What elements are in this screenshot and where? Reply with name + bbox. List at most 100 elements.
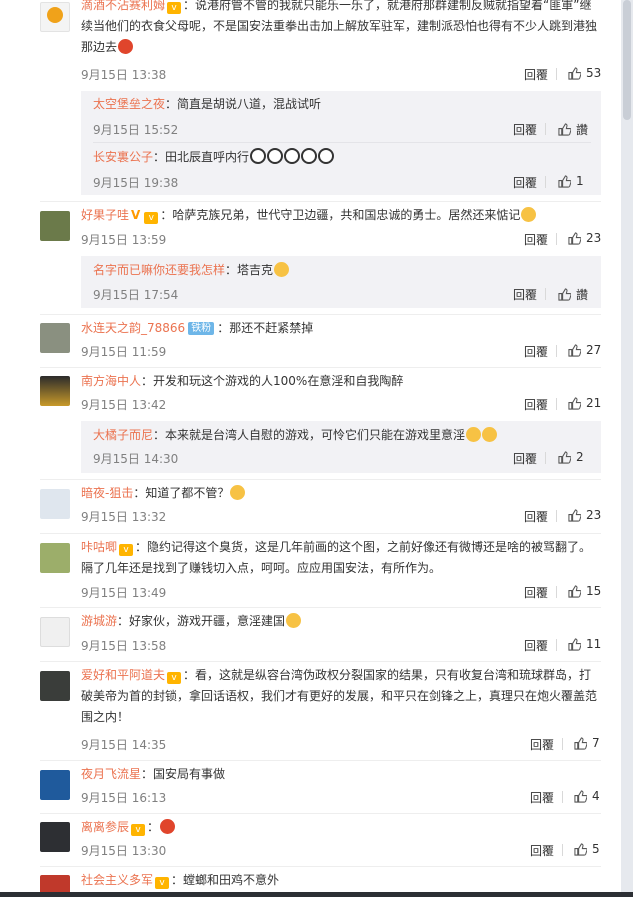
like-count: 5	[592, 842, 600, 856]
timestamp: 9月15日 13:49	[81, 586, 167, 600]
username[interactable]: 水连天之韵_78866	[81, 321, 185, 335]
avatar[interactable]	[40, 489, 70, 519]
like-count: 11	[586, 637, 602, 651]
reply-button[interactable]: 回覆	[524, 508, 548, 525]
thumbs-up-icon	[574, 736, 587, 750]
avatar[interactable]	[40, 211, 70, 241]
thumbs-up-icon	[568, 231, 581, 245]
reply-text: ：塔吉克	[225, 263, 274, 277]
username[interactable]: 太空堡垒之夜	[93, 97, 165, 111]
vip-badge-icon: v	[119, 544, 134, 556]
username[interactable]: 爱好和平阿道夫	[81, 668, 165, 682]
timestamp: 9月15日 15:52	[93, 123, 179, 137]
vip-badge-icon: v	[155, 877, 170, 889]
comment-line: 暗夜-狙击：知道了都不管？	[81, 483, 601, 504]
reply-button[interactable]: 回覆	[524, 343, 548, 360]
like-count: 7	[592, 736, 600, 750]
username[interactable]: 大橘子而尼	[93, 428, 153, 442]
username[interactable]: 暗夜-狙击	[81, 486, 133, 500]
avatar[interactable]	[40, 376, 70, 406]
like-button[interactable]: 21	[568, 396, 601, 410]
comment-line: 水连天之韵_78866 铁粉 ：那还不赶紧禁掉	[81, 318, 601, 339]
avatar[interactable]	[40, 770, 70, 800]
scrollbar-thumb[interactable]	[623, 0, 631, 120]
like-button[interactable]: 11	[568, 637, 601, 651]
thumbs-up-icon	[558, 123, 571, 136]
like-button[interactable]: 53	[568, 66, 601, 80]
like-button[interactable]: 4	[574, 789, 600, 803]
like-button[interactable]: 2	[558, 450, 584, 464]
like-button[interactable]: 23	[568, 231, 601, 245]
divider	[545, 288, 546, 300]
username[interactable]: 长安裏公子	[93, 150, 153, 164]
emoji-icon	[118, 39, 134, 54]
username[interactable]: 名字而已嘛你还要我怎样	[93, 263, 225, 277]
divider	[556, 345, 557, 357]
username[interactable]: 好果子哇	[81, 208, 129, 222]
timestamp: 9月15日 16:13	[81, 791, 167, 805]
comment-line: 咔咕唧 v ：隐约记得这个臭货，这是几年前画的这个图，之前好像还有微博还是啥的被骂翻…	[81, 537, 601, 579]
comment-line: 滴酒不沾赛利姆 v ：说港府管不管的我就只能乐一乐了，就港府那群建制反贼就指望着“匪…	[81, 0, 601, 58]
username[interactable]: 游城游	[81, 614, 117, 628]
comment-text: ：国安局有事做	[141, 767, 226, 781]
username[interactable]: 滴酒不沾赛利姆	[81, 0, 165, 12]
like-button[interactable]: 7	[574, 736, 600, 750]
comment-line: 社会主义多军 v ：螳螂和田鸡不意外	[81, 870, 601, 891]
timestamp: 9月15日 14:35	[81, 738, 167, 752]
like-button[interactable]: 讚	[558, 121, 588, 138]
divider	[556, 586, 557, 598]
reply-button[interactable]: 回覆	[524, 584, 548, 601]
reply-button[interactable]: 回覆	[524, 66, 548, 83]
verified-icon: V	[131, 208, 141, 222]
emoji-icon	[482, 427, 498, 442]
reply-button[interactable]: 回覆	[513, 286, 537, 303]
comment-divider	[40, 661, 601, 662]
avatar[interactable]	[40, 617, 70, 647]
reply-button[interactable]: 回覆	[530, 736, 554, 753]
username[interactable]: 离离参辰	[81, 820, 129, 834]
thumbs-up-icon	[568, 637, 581, 651]
reply-button[interactable]: 回覆	[513, 121, 537, 138]
reply-button[interactable]: 回覆	[513, 174, 537, 191]
vip-badge-icon: v	[167, 672, 182, 684]
username[interactable]: 社会主义多军	[81, 873, 153, 887]
panda-emoji-icon	[284, 148, 301, 164]
like-button[interactable]: 讚	[558, 286, 588, 303]
avatar[interactable]	[40, 671, 70, 701]
reply-button[interactable]: 回覆	[530, 789, 554, 806]
avatar[interactable]	[40, 323, 70, 353]
username[interactable]: 南方海中人	[81, 374, 141, 388]
reply-button[interactable]: 回覆	[524, 637, 548, 654]
like-button[interactable]: 23	[568, 508, 601, 522]
username[interactable]: 夜月飞流星	[81, 767, 141, 781]
reply-button[interactable]: 回覆	[530, 842, 554, 859]
avatar[interactable]	[40, 822, 70, 852]
timestamp: 9月15日 13:58	[81, 639, 167, 653]
timestamp: 9月15日 13:59	[81, 233, 167, 247]
avatar[interactable]	[40, 2, 70, 32]
comment-line: 南方海中人：开发和玩这个游戏的人100%在意淫和自我陶醉	[81, 371, 601, 392]
reply-box: 名字而已嘛你还要我怎样：塔吉克 9月15日 17:54 回覆 讚	[81, 256, 601, 308]
divider	[545, 123, 546, 135]
like-button[interactable]: 27	[568, 343, 601, 357]
panda-emoji-icon	[318, 148, 335, 164]
comment-text: ：哈萨克族兄弟，世代守卫边疆，共和国忠诚的勇士。居然还来惦记	[160, 208, 521, 222]
reply-button[interactable]: 回覆	[524, 396, 548, 413]
reply-button[interactable]: 回覆	[524, 231, 548, 248]
like-button[interactable]: 15	[568, 584, 601, 598]
reply-button[interactable]: 回覆	[513, 450, 537, 467]
comment-divider	[40, 813, 601, 814]
thumbs-up-icon	[574, 789, 587, 803]
avatar[interactable]	[40, 543, 70, 573]
scrollbar[interactable]	[621, 0, 633, 892]
username[interactable]: 咔咕唧	[81, 540, 117, 554]
like-button[interactable]: 1	[558, 174, 584, 188]
vip-badge-icon: v	[131, 824, 146, 836]
taskbar-edge	[0, 892, 633, 897]
divider	[556, 233, 557, 245]
avatar[interactable]	[40, 875, 70, 892]
reply-line: 名字而已嘛你还要我怎样：塔吉克	[93, 260, 591, 281]
divider	[562, 791, 563, 803]
like-button[interactable]: 5	[574, 842, 600, 856]
timestamp: 9月15日 13:38	[81, 68, 167, 82]
